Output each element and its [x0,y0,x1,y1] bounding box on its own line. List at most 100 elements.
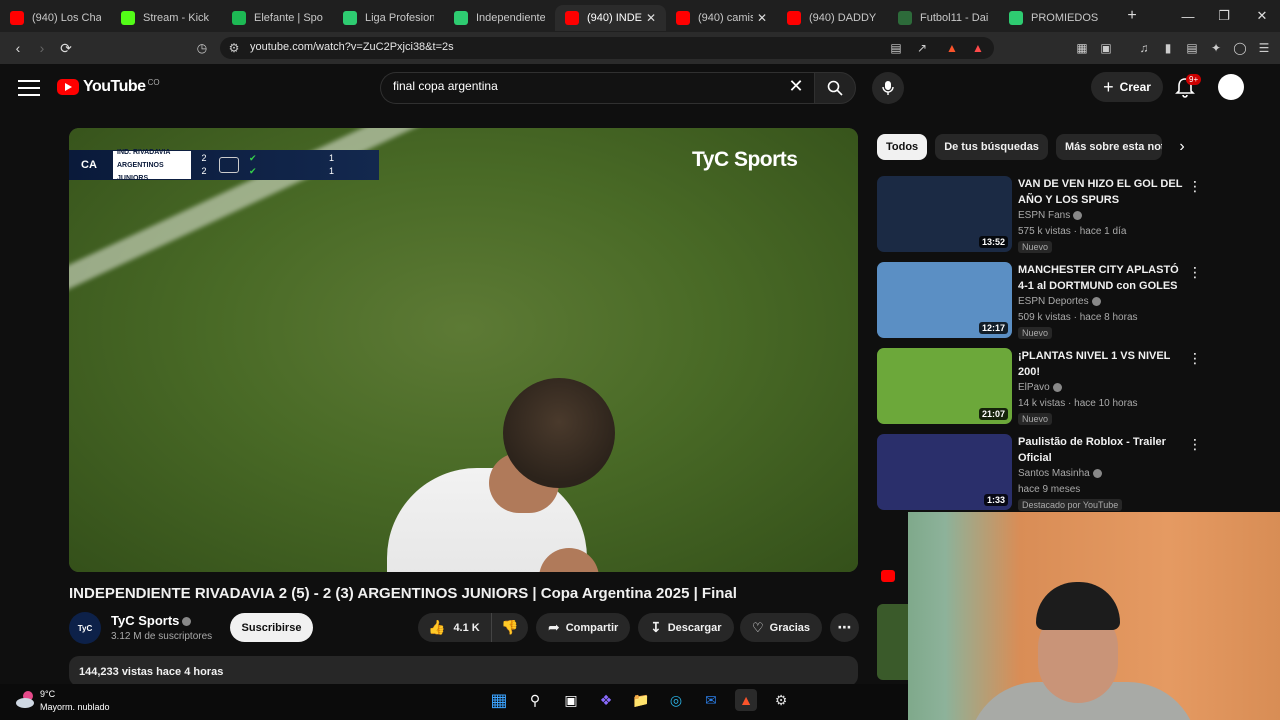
recommended-video[interactable]: 1:33 Paulistão de Roblox - Trailer Oficia… [877,434,1202,512]
recommended-channel[interactable]: Santos Masinha [1018,468,1102,479]
file-explorer-icon[interactable]: 📁 [630,689,652,711]
close-window-icon[interactable]: ✕ [1244,0,1280,32]
subscribe-button[interactable]: Suscribirse [230,613,313,642]
recommended-channel[interactable]: ESPN Deportes [1018,296,1101,307]
recommended-video[interactable]: 12:17 MANCHESTER CITY APLASTÓ 4-1 al DORT… [877,262,1202,340]
filter-chip[interactable]: Todos [877,134,928,160]
video-thumbnail[interactable]: 12:17 [877,262,1012,338]
tab-search-icon[interactable]: ▣ [1096,38,1116,58]
views-and-date: 144,233 vistas hace 4 horas [79,666,224,678]
channel-avatar[interactable]: TyC [69,612,101,644]
video-thumbnail[interactable]: 1:33 [877,434,1012,510]
minimize-icon[interactable]: — [1170,0,1206,32]
recommended-title[interactable]: MANCHESTER CITY APLASTÓ 4-1 al DORTMUND … [1018,262,1183,294]
brave-rewards-icon[interactable]: ▲ [968,38,988,58]
more-vertical-icon[interactable]: ⋮ [1188,350,1202,367]
thanks-button[interactable]: ♡ Gracias [740,613,823,642]
forward-icon[interactable]: › [30,36,54,60]
media-icon[interactable]: ♫ [1134,38,1154,58]
thumbs-down-icon: 👎 [501,619,519,635]
scoreboard-goals: 2 2 [197,152,211,178]
recommended-channel[interactable]: ElPavo [1018,382,1062,393]
browser-tab[interactable]: Futbol11 - Daily [888,5,999,31]
footballer-head [503,378,615,488]
youtube-logo[interactable]: YouTube CO [57,78,160,96]
more-actions-button[interactable]: ⋯ [830,613,859,642]
copilot-icon[interactable]: ❖ [595,689,617,711]
recommended-channel[interactable]: ESPN Fans [1018,210,1083,221]
chevron-right-icon[interactable]: › [1172,138,1192,158]
site-info-icon[interactable]: ⚙ [224,38,244,58]
subscriber-count: 3.12 M de suscriptores [111,631,213,642]
browser-tab[interactable]: (940) camis ✕ [666,5,777,31]
menu-icon[interactable]: ☰ [1254,38,1274,58]
browser-tab[interactable]: (940) DADDY YA [777,5,888,31]
dislike-button[interactable]: 👎 [492,619,528,636]
more-vertical-icon[interactable]: ⋮ [1188,436,1202,453]
scoreboard-penalties: 1 1 [325,152,339,178]
team2-name: ARGENTINOS JUNIORS [117,161,164,182]
wallet-icon[interactable]: ▤ [1182,38,1202,58]
more-vertical-icon[interactable]: ⋮ [1188,178,1202,195]
browser-tab[interactable]: Elefante | Spotify [222,5,333,31]
guide-menu-icon[interactable] [18,80,40,96]
browser-tab[interactable]: Independiente Ri [444,5,555,31]
voice-search-button[interactable] [872,72,904,104]
taskbar-search-icon[interactable]: ⚲ [524,689,546,711]
video-thumbnail[interactable]: 13:52 [877,176,1012,252]
more-vertical-icon[interactable]: ⋮ [1188,264,1202,281]
video-thumbnail[interactable]: 21:07 [877,348,1012,424]
install-app-icon[interactable]: ▤ [886,38,906,58]
recommended-channel-name: ESPN Deportes [1018,296,1089,307]
scoreboard-overlay: CA IND. RIVADAVIA ARGENTINOS JUNIORS 2 2… [69,149,379,182]
filter-chip[interactable]: De tus búsquedas [935,134,1048,160]
browser-tab[interactable]: Liga Profesional [333,5,444,31]
sidebar-overflow [877,512,908,684]
filter-chip[interactable]: Más sobre esta not [1055,134,1162,160]
edge-icon[interactable]: ◎ [665,689,687,711]
description-box[interactable]: 144,233 vistas hace 4 horas [69,656,858,686]
windows-start-icon[interactable]: ▦ [488,689,510,711]
recommended-title[interactable]: ¡PLANTAS NIVEL 1 VS NIVEL 200! [1018,348,1183,380]
like-button[interactable]: 👍 4.1 K [418,613,492,642]
extensions-icon[interactable]: ▦ [1072,38,1092,58]
tab-label: (940) DADDY YA [809,12,878,24]
bookmark-icon[interactable]: ◷ [192,38,212,58]
browser-tab[interactable]: (940) INDEP ✕ [555,5,666,31]
browser-tab[interactable]: Stream - Kick Da [111,5,222,31]
share-button[interactable]: ➦ Compartir [536,613,631,642]
new-tab-button[interactable]: + [1118,7,1146,25]
channel-name[interactable]: TyC Sports [111,613,192,628]
reload-icon[interactable]: ⟳ [54,36,78,60]
recommended-badge: Nuevo [1018,241,1053,253]
outlook-icon[interactable]: ✉ [700,689,722,711]
back-icon[interactable]: ‹ [6,36,30,60]
recommended-video[interactable]: 13:52 VAN DE VEN HIZO EL GOL DEL AÑO Y LO… [877,176,1202,254]
leo-icon[interactable]: ✦ [1206,38,1226,58]
recommended-title[interactable]: VAN DE VEN HIZO EL GOL DEL AÑO Y LOS SPU… [1018,176,1183,208]
download-button[interactable]: ↧ Descargar [638,613,734,642]
search-button[interactable] [814,72,856,104]
search-input[interactable] [393,79,773,93]
settings-icon[interactable]: ⚙ [770,689,792,711]
recommended-title[interactable]: Paulistão de Roblox - Trailer Oficial [1018,434,1183,466]
sidebar-icon[interactable]: ▮ [1158,38,1178,58]
maximize-icon[interactable]: ❐ [1206,0,1242,32]
close-tab-icon[interactable]: ✕ [646,11,656,25]
weather-cloud-icon[interactable] [14,688,38,712]
vpn-icon[interactable]: ◯ [1230,38,1250,58]
url-text[interactable]: youtube.com/watch?v=ZuC2Pxjci38&t=2s [250,41,454,53]
clear-search-icon[interactable]: ✕ [786,76,806,98]
create-button[interactable]: + Crear [1091,72,1163,102]
close-tab-icon[interactable]: ✕ [757,11,767,25]
recommended-video[interactable]: 21:07 ¡PLANTAS NIVEL 1 VS NIVEL 200! ElPav… [877,348,1202,426]
brave-taskbar-icon[interactable]: ▲ [735,689,757,711]
task-view-icon[interactable]: ▣ [560,689,582,711]
browser-tab[interactable]: (940) Los Chanka [0,5,111,31]
video-player[interactable] [69,128,858,572]
account-avatar[interactable] [1218,74,1244,100]
browser-tab[interactable]: PROMIEDOS - Fu [999,5,1110,31]
shorts-thumbnail[interactable] [877,604,908,680]
share-icon[interactable]: ↗ [912,38,932,58]
brave-shields-icon[interactable]: ▲ [942,38,962,58]
